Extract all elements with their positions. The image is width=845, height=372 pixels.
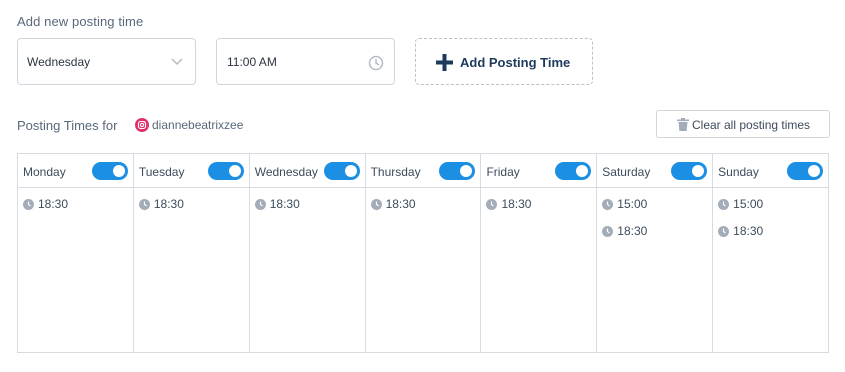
- clock-icon: [370, 199, 382, 210]
- toggle-knob: [228, 165, 241, 177]
- clock-icon: [368, 55, 384, 71]
- day-toggle-thursday[interactable]: [439, 162, 476, 180]
- toggle-knob: [344, 165, 357, 177]
- trash-icon: [677, 118, 689, 131]
- day-select-value: Wednesday: [27, 55, 91, 69]
- day-name: Tuesday: [138, 165, 185, 179]
- time-slot-list: 18:30: [18, 188, 133, 224]
- day-column-header: Wednesday: [249, 154, 365, 188]
- clear-all-label: Clear all posting times: [692, 118, 811, 132]
- time-slot-value: 18:30: [153, 197, 184, 211]
- time-input-value: 11:00 AM: [227, 55, 277, 69]
- time-slot-list: 18:30: [250, 188, 365, 224]
- account-name: diannebeatrixzee: [152, 118, 244, 132]
- time-slot-list: 15:00 18:30: [597, 188, 712, 251]
- day-column-header: Thursday: [365, 154, 481, 188]
- day-name: Saturday: [602, 165, 651, 179]
- day-column-sunday: Sunday 15:00 18:30: [713, 154, 829, 352]
- time-slot-list: 18:30: [134, 188, 249, 224]
- time-slot-value: 15:00: [733, 197, 764, 211]
- day-column-header: Sunday: [713, 154, 829, 188]
- day-column-tuesday: Tuesday 18:30: [133, 154, 250, 352]
- toggle-knob: [460, 165, 473, 177]
- time-slot[interactable]: 18:30: [481, 197, 596, 224]
- toggle-knob: [808, 165, 821, 177]
- time-slot[interactable]: 15:00: [597, 197, 712, 224]
- toggle-knob: [576, 165, 589, 177]
- clock-icon: [718, 199, 730, 210]
- day-name: Friday: [486, 165, 520, 179]
- add-posting-time-button[interactable]: Add Posting Time: [415, 38, 593, 85]
- day-toggle-wednesday[interactable]: [323, 162, 360, 180]
- clock-icon: [718, 226, 730, 237]
- time-slot-value: 18:30: [617, 224, 648, 238]
- time-slot[interactable]: 18:30: [366, 197, 481, 224]
- time-slot[interactable]: 18:30: [597, 224, 712, 251]
- time-slot[interactable]: 15:00: [713, 197, 828, 224]
- day-name: Sunday: [718, 165, 759, 179]
- day-toggle-monday[interactable]: [91, 162, 128, 180]
- clock-icon: [138, 199, 150, 210]
- day-toggle-friday[interactable]: [555, 162, 592, 180]
- clock-icon: [486, 199, 498, 210]
- day-name: Thursday: [370, 165, 421, 179]
- day-column-wednesday: Wednesday 18:30: [249, 154, 366, 352]
- time-slot[interactable]: 18:30: [18, 197, 133, 224]
- time-slot[interactable]: 18:30: [134, 197, 249, 224]
- toggle-knob: [112, 165, 125, 177]
- day-column-header: Monday: [18, 154, 133, 188]
- day-column-saturday: Saturday 15:00 18:30: [597, 154, 714, 352]
- time-slot-list: 18:30: [366, 188, 481, 224]
- posting-times-label: Posting Times for: [17, 118, 118, 133]
- clear-all-posting-times-button[interactable]: Clear all posting times: [656, 110, 830, 138]
- day-select[interactable]: Wednesday: [17, 38, 196, 85]
- clock-icon: [254, 199, 266, 210]
- toggle-knob: [692, 165, 705, 177]
- day-name: Monday: [23, 165, 66, 179]
- time-slot-value: 18:30: [385, 197, 416, 211]
- time-slot-value: 18:30: [38, 197, 69, 211]
- time-slot[interactable]: 18:30: [250, 197, 365, 224]
- section-title: Add new posting time: [17, 14, 144, 29]
- day-column-friday: Friday 18:30: [481, 154, 598, 352]
- time-slot-value: 18:30: [501, 197, 532, 211]
- time-slot-value: 18:30: [733, 224, 764, 238]
- time-input[interactable]: 11:00 AM: [216, 38, 395, 85]
- time-slot[interactable]: 18:30: [713, 224, 828, 251]
- posting-times-grid: Monday 18:30 Tuesday 18:30 Wednesday 18:30 Thu…: [17, 153, 829, 353]
- day-toggle-tuesday[interactable]: [207, 162, 244, 180]
- day-column-thursday: Thursday 18:30: [365, 154, 482, 352]
- add-posting-time-label: Add Posting Time: [460, 55, 571, 70]
- day-toggle-sunday[interactable]: [787, 162, 824, 180]
- day-column-header: Tuesday: [133, 154, 249, 188]
- clock-icon: [602, 226, 614, 237]
- day-column-monday: Monday 18:30: [18, 154, 134, 352]
- clock-icon: [23, 199, 34, 210]
- time-slot-value: 15:00: [617, 197, 648, 211]
- day-toggle-saturday[interactable]: [671, 162, 708, 180]
- chevron-down-icon: [171, 58, 183, 66]
- day-column-header: Saturday: [597, 154, 713, 188]
- instagram-icon: [135, 118, 149, 132]
- plus-icon: [436, 54, 453, 71]
- time-slot-list: 15:00 18:30: [713, 188, 828, 251]
- time-slot-list: 18:30: [481, 188, 596, 224]
- time-slot-value: 18:30: [269, 197, 300, 211]
- clock-icon: [602, 199, 614, 210]
- day-name: Wednesday: [254, 165, 318, 179]
- day-column-header: Friday: [481, 154, 597, 188]
